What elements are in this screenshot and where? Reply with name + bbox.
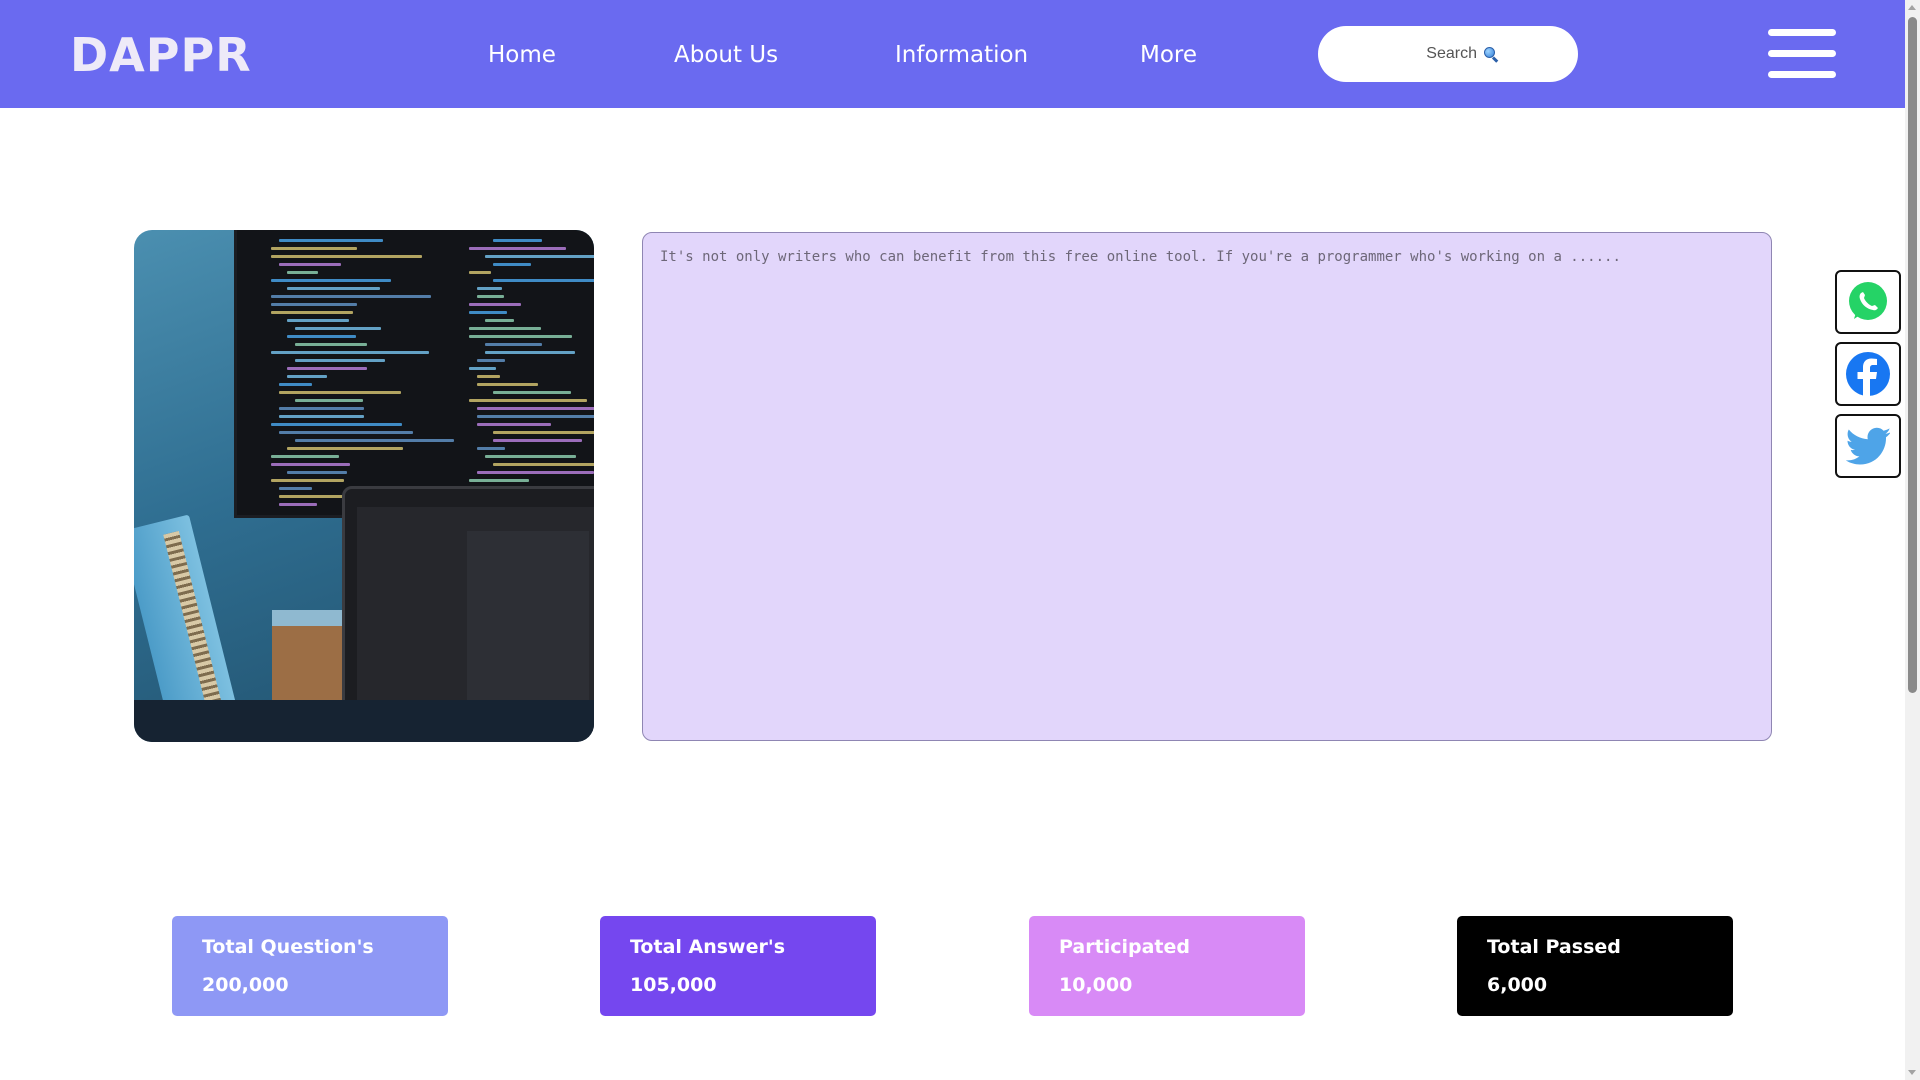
hero-image [134,230,594,742]
search-box[interactable] [1318,26,1578,82]
twitter-icon [1846,427,1890,465]
stat-card-total-passed: Total Passed 6,000 [1457,916,1733,1016]
stat-label: Total Question's [202,936,374,958]
twitter-share-button[interactable] [1835,414,1901,478]
stat-value: 105,000 [630,974,717,996]
facebook-icon [1846,352,1890,396]
nav-link-more[interactable]: More [1140,42,1197,68]
page-scrollbar[interactable] [1905,0,1920,1080]
search-input[interactable] [1397,45,1477,63]
stat-card-total-answers: Total Answer's 105,000 [600,916,876,1016]
facebook-share-button[interactable] [1835,342,1901,406]
stat-label: Participated [1059,936,1190,958]
site-logo[interactable]: DAPPR [70,28,252,82]
stat-label: Total Passed [1487,936,1621,958]
stat-value: 10,000 [1059,974,1133,996]
stat-label: Total Answer's [630,936,785,958]
scrollbar-thumb[interactable] [1908,17,1917,693]
stat-card-total-questions: Total Question's 200,000 [172,916,448,1016]
stat-value: 6,000 [1487,974,1548,996]
magnifier-icon[interactable] [1483,46,1499,63]
stat-value: 200,000 [202,974,289,996]
stat-card-participated: Participated 10,000 [1029,916,1305,1016]
nav-link-home[interactable]: Home [488,42,556,68]
whatsapp-share-button[interactable] [1835,270,1901,334]
scroll-down-arrow-icon[interactable] [1908,1070,1916,1075]
nav-link-about-us[interactable]: About Us [674,42,778,68]
text-editor-area[interactable] [642,232,1772,741]
scroll-up-arrow-icon[interactable] [1908,5,1916,10]
nav-link-information[interactable]: Information [895,42,1028,68]
whatsapp-icon [1849,282,1887,320]
navbar: DAPPR Home About Us Information More [0,0,1905,108]
hamburger-menu-icon[interactable] [1768,29,1836,79]
